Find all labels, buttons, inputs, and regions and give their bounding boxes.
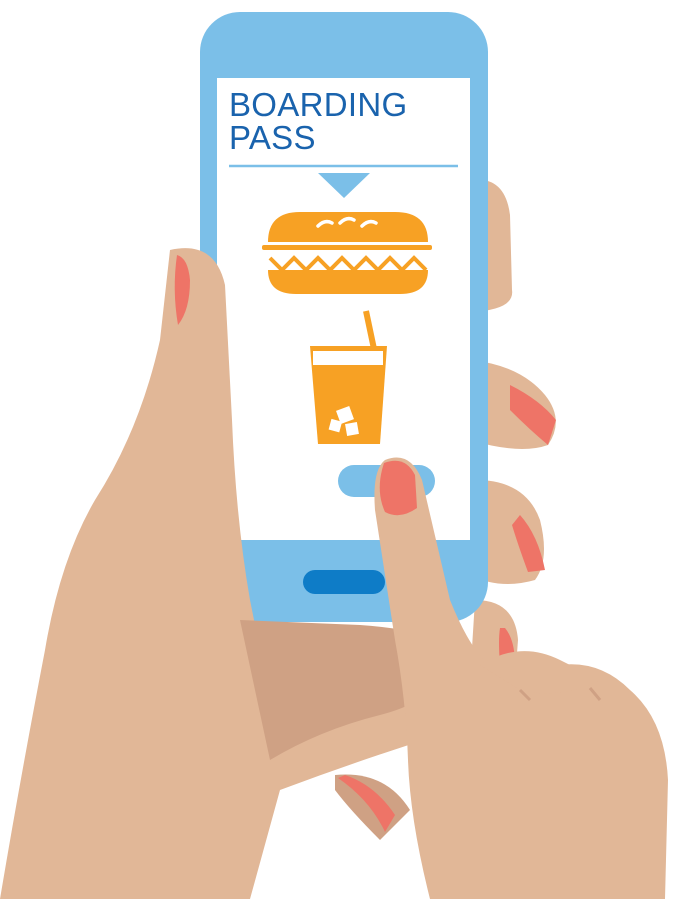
home-button[interactable]	[303, 570, 385, 594]
title-line-1: BOARDING	[229, 86, 408, 123]
boarding-pass-title: BOARDING PASS	[229, 88, 469, 154]
illustration: BOARDING PASS	[0, 0, 689, 899]
title-line-2: PASS	[229, 119, 316, 156]
